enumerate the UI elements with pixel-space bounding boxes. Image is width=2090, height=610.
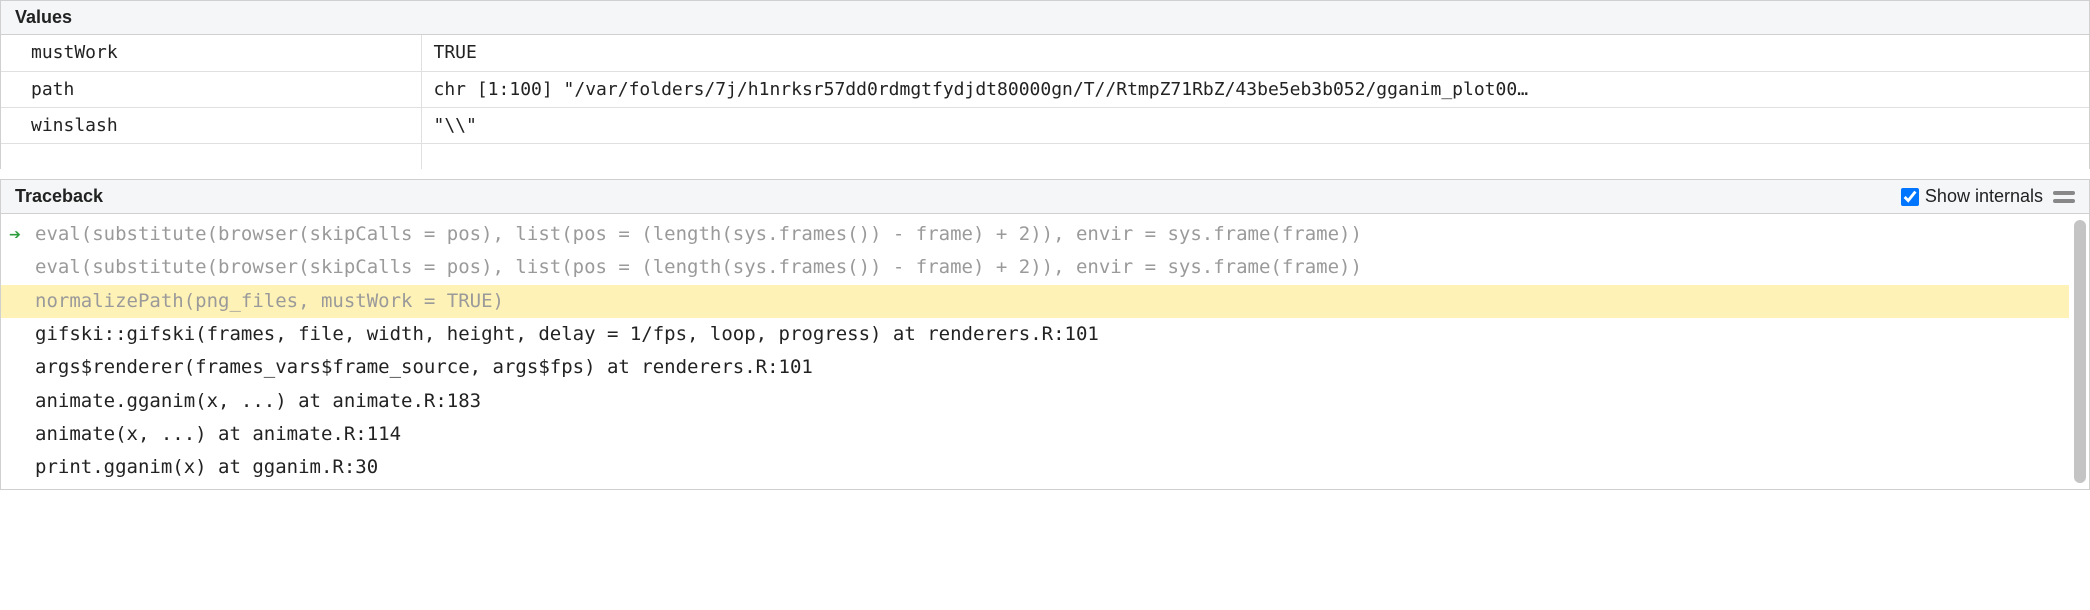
value-name: mustWork: [1, 35, 421, 71]
value-value: chr [1:100] "/var/folders/7j/h1nrksr57dd…: [421, 71, 2089, 107]
traceback-line[interactable]: animate(x, ...) at animate.R:114: [1, 418, 2089, 451]
traceback-panel: Traceback Show internals ➔ eval(substitu…: [0, 179, 2090, 490]
traceback-body-wrap: ➔ eval(substitute(browser(skipCalls = po…: [1, 214, 2089, 489]
value-name: path: [1, 71, 421, 107]
traceback-line[interactable]: print.gganim(x) at gganim.R:30: [1, 451, 2089, 484]
collapse-icon[interactable]: [2053, 191, 2075, 203]
traceback-text: gifski::gifski(frames, file, width, heig…: [35, 323, 1099, 345]
traceback-text: eval(substitute(browser(skipCalls = pos)…: [35, 223, 1362, 245]
values-table: mustWork TRUE path chr [1:100] "/var/fol…: [1, 35, 2089, 169]
traceback-text: print.gganim(x) at gganim.R:30: [35, 456, 378, 478]
traceback-text: animate(x, ...) at animate.R:114: [35, 423, 401, 445]
values-panel: Values mustWork TRUE path chr [1:100] "/…: [0, 0, 2090, 169]
table-row-blank: [1, 143, 2089, 169]
traceback-text: args$renderer(frames_vars$frame_source, …: [35, 356, 813, 378]
table-row[interactable]: mustWork TRUE: [1, 35, 2089, 71]
traceback-text: eval(substitute(browser(skipCalls = pos)…: [35, 256, 1362, 278]
value-value: "\\": [421, 107, 2089, 143]
value-name: winslash: [1, 107, 421, 143]
traceback-line[interactable]: args$renderer(frames_vars$frame_source, …: [1, 351, 2089, 384]
traceback-line-highlighted[interactable]: normalizePath(png_files, mustWork = TRUE…: [1, 285, 2069, 318]
traceback-body[interactable]: ➔ eval(substitute(browser(skipCalls = po…: [1, 214, 2089, 489]
traceback-line[interactable]: ➔ eval(substitute(browser(skipCalls = po…: [1, 218, 2089, 251]
traceback-line[interactable]: eval(substitute(browser(skipCalls = pos)…: [1, 251, 2089, 284]
scrollbar[interactable]: [2074, 220, 2086, 483]
traceback-header: Traceback Show internals: [1, 180, 2089, 214]
traceback-line[interactable]: gifski::gifski(frames, file, width, heig…: [1, 318, 2089, 351]
traceback-line[interactable]: animate.gganim(x, ...) at animate.R:183: [1, 385, 2089, 418]
show-internals-text: Show internals: [1925, 186, 2043, 207]
show-internals-checkbox[interactable]: [1901, 188, 1919, 206]
current-frame-arrow-icon: ➔: [9, 224, 21, 244]
table-row[interactable]: winslash "\\": [1, 107, 2089, 143]
values-title: Values: [15, 7, 72, 28]
show-internals-label[interactable]: Show internals: [1901, 186, 2043, 207]
traceback-controls: Show internals: [1901, 186, 2075, 207]
traceback-title: Traceback: [15, 186, 103, 207]
traceback-text: animate.gganim(x, ...) at animate.R:183: [35, 390, 481, 412]
value-value: TRUE: [421, 35, 2089, 71]
traceback-text: normalizePath(png_files, mustWork = TRUE…: [35, 290, 504, 312]
values-header: Values: [1, 1, 2089, 35]
table-row[interactable]: path chr [1:100] "/var/folders/7j/h1nrks…: [1, 71, 2089, 107]
